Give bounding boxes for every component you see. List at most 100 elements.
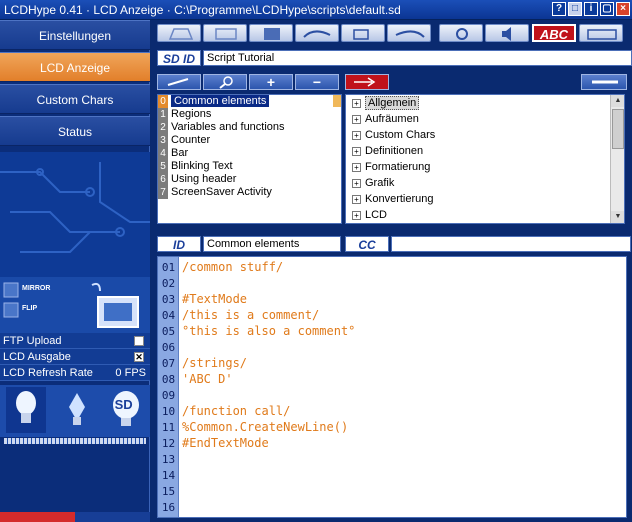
expand-icon[interactable]: + [352,98,361,108]
expand-icon[interactable]: + [352,194,361,204]
scroll-thumb[interactable] [612,109,624,149]
new-script-button[interactable] [157,24,201,42]
code-editor[interactable]: 01/common stuff/02 03 #TextMode 04/this is … [157,256,627,518]
cc-badge: CC [345,236,389,252]
expand-icon[interactable]: + [352,146,361,156]
code-text: /strings/ [182,356,248,370]
line-number: 02 [161,277,176,290]
close-button[interactable]: × [616,2,630,16]
code-text: #EndTextMode [182,436,269,450]
bulb-dim-icon[interactable] [59,387,95,436]
copy-button[interactable] [341,24,385,42]
category-item[interactable]: + Grafik [346,175,624,191]
expand-icon[interactable]: + [352,114,361,124]
scroll-down-icon[interactable]: ▼ [611,211,624,223]
add-button[interactable]: + [249,74,293,90]
example-item[interactable]: 6 Using header [158,173,341,186]
refresh-rate-value: 0 FPS [115,367,146,379]
example-label: Regions [171,108,212,120]
title-bar: LCDHype 0.41 · LCD Anzeige · C:\Programm… [0,0,632,20]
example-item[interactable]: 5 Blinking Text [158,160,341,173]
insert-button[interactable] [345,74,389,90]
minimize-button[interactable]: ▢ [600,2,614,16]
flip-button[interactable]: FLIP [22,305,37,312]
example-label: Common elements [171,95,270,107]
element-name-input[interactable]: Common elements [203,236,341,252]
sd-icon[interactable]: SD [108,388,144,434]
code-line: 02 [158,275,182,291]
code-line: 14 [158,467,182,483]
category-item[interactable]: + Formatierung [346,159,624,175]
edit-tools-button[interactable] [157,74,201,90]
example-label: Using header [171,173,237,185]
example-item[interactable]: 0 Common elements [158,95,341,108]
category-item[interactable]: + Custom Chars [346,127,624,143]
open-script-button[interactable] [203,24,247,42]
mute-icon[interactable] [485,24,529,42]
code-line: 03 #TextMode [158,291,247,307]
category-item[interactable]: + LCD [346,207,624,223]
save-script-button[interactable] [249,24,293,42]
search-button[interactable] [203,74,247,90]
nav-status[interactable]: Status [0,116,150,146]
connect-icon[interactable] [439,24,483,42]
expand-icon[interactable]: + [352,210,361,220]
code-line: 13 [158,451,182,467]
ftp-upload-checkbox[interactable] [134,336,144,346]
line-number: 15 [161,485,176,498]
bulb-panel: SD [0,385,150,437]
element-id-badge: ID [157,236,201,252]
code-text: /common stuff/ [182,260,284,274]
scroll-up-icon[interactable]: ▲ [611,95,624,107]
category-scrollbar[interactable]: ▲ ▼ [610,95,624,223]
nav-custom-chars[interactable]: Custom Chars [0,84,150,114]
category-item[interactable]: + Aufräumen [346,111,624,127]
pause-button[interactable]: Pause [75,512,150,522]
lcd-output-checkbox[interactable]: ✕ [134,352,144,362]
tray-button[interactable]: □ [568,2,582,16]
abc-button[interactable]: ABC [532,24,576,42]
code-line: 05 °this is also a comment° [158,323,356,339]
tools-button[interactable] [581,74,627,90]
example-item[interactable]: 2 Variables and functions [158,121,341,134]
bulb-on-icon[interactable] [6,386,47,436]
lcd-output-row: LCD Ausgabe ✕ [0,349,150,365]
category-label: Grafik [365,177,395,189]
category-label: Konvertierung [365,193,434,205]
category-item[interactable]: + Konvertierung [346,191,624,207]
remove-button[interactable]: − [295,74,339,90]
expand-icon[interactable]: + [352,178,361,188]
info-button[interactable]: i [584,2,598,16]
sidebar: Einstellungen LCD Anzeige Custom Chars S… [0,20,150,522]
example-label: Variables and functions [171,121,285,133]
window-buttons: ? □ i ▢ × [552,2,630,16]
expand-icon[interactable]: + [352,130,361,140]
code-line: 10/function call/ [158,403,291,419]
stop-button[interactable]: Stop [0,512,75,522]
script-name-input[interactable]: Script Tutorial [203,50,632,66]
example-label: Counter [171,134,211,146]
cc-input[interactable] [391,236,631,252]
category-item[interactable]: + Definitionen [346,143,624,159]
category-item[interactable]: + Allgemein [346,95,624,111]
example-list: 0 Common elements 1 Regions 2 Variables and f… [157,94,342,224]
example-number: 2 [158,121,168,134]
expand-icon[interactable]: + [352,162,361,172]
undo-button[interactable] [295,24,339,42]
keyboard-icon[interactable] [579,24,623,42]
nav-einstellungen[interactable]: Einstellungen [0,20,150,50]
redo-button[interactable] [387,24,431,42]
help-button[interactable]: ? [552,2,566,16]
example-item[interactable]: 7 ScreenSaver Activity [158,186,341,199]
example-item[interactable]: 4 Bar [158,147,341,160]
nav-lcd-anzeige[interactable]: LCD Anzeige [0,52,150,82]
lcd-output-label: LCD Ausgabe [3,351,71,363]
example-item[interactable]: 1 Regions [158,108,341,121]
example-item[interactable]: 3 Counter [158,134,341,147]
mirror-button[interactable]: MIRROR [22,285,50,292]
code-text: %Common.CreateNewLine() [182,420,349,434]
